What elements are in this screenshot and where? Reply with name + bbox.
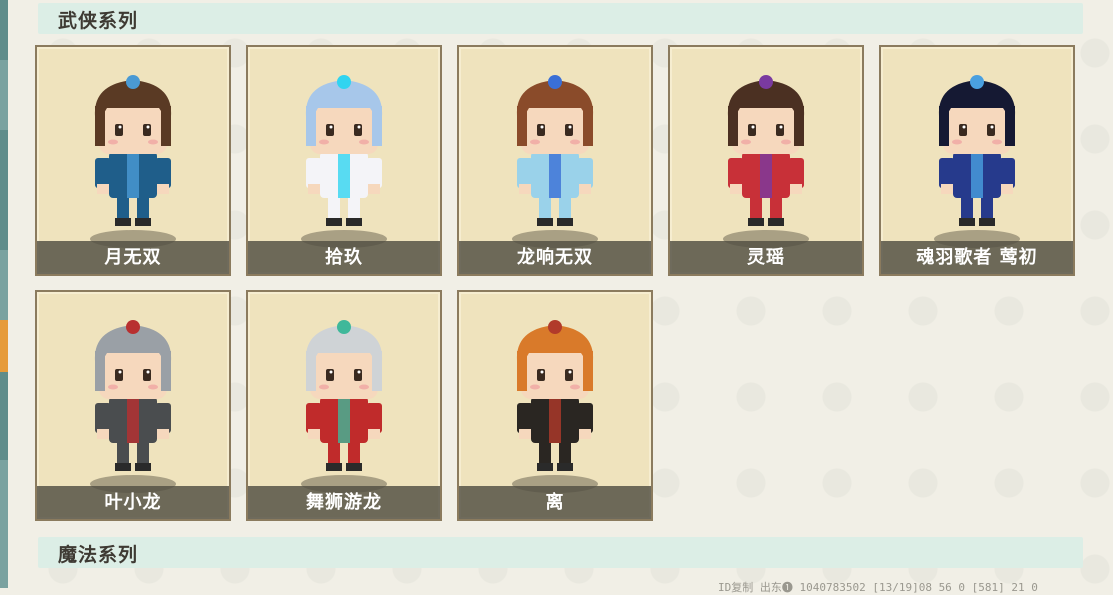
character-figure bbox=[305, 75, 383, 227]
character-figure bbox=[94, 75, 172, 227]
section-title: 武侠系列 bbox=[58, 10, 139, 32]
skin-card[interactable]: 灵瑶 bbox=[668, 45, 864, 276]
section-header-wuxia: 武侠系列 bbox=[38, 3, 1083, 34]
character-figure bbox=[305, 320, 383, 472]
character-figure bbox=[516, 320, 594, 472]
left-nav-strip[interactable] bbox=[0, 0, 8, 588]
skin-card[interactable]: 离 bbox=[457, 290, 653, 521]
skin-card[interactable]: 龙响无双 bbox=[457, 45, 653, 276]
skin-name: 舞狮游龙 bbox=[306, 492, 382, 513]
skin-name: 魂羽歌者 莺初 bbox=[916, 247, 1038, 268]
section-title: 魔法系列 bbox=[58, 544, 139, 566]
skin-name: 叶小龙 bbox=[104, 492, 162, 513]
character-figure bbox=[516, 75, 594, 227]
skin-card[interactable]: 舞狮游龙 bbox=[246, 290, 442, 521]
skin-name: 灵瑶 bbox=[747, 247, 785, 268]
skin-name: 龙响无双 bbox=[517, 247, 593, 268]
character-figure bbox=[938, 75, 1016, 227]
skin-card[interactable]: 拾玖 bbox=[246, 45, 442, 276]
skin-name: 拾玖 bbox=[325, 247, 363, 268]
character-figure bbox=[727, 75, 805, 227]
skin-card[interactable]: 月无双 bbox=[35, 45, 231, 276]
footer-info: ID复制 出东❶ 1040783502 [13/19]08 56 0 [581]… bbox=[718, 581, 1038, 594]
skin-name: 离 bbox=[545, 492, 565, 513]
character-figure bbox=[94, 320, 172, 472]
skin-card[interactable]: 叶小龙 bbox=[35, 290, 231, 521]
section-header-magic: 魔法系列 bbox=[38, 537, 1083, 568]
skin-name: 月无双 bbox=[104, 247, 162, 268]
skin-card[interactable]: 魂羽歌者 莺初 bbox=[879, 45, 1075, 276]
